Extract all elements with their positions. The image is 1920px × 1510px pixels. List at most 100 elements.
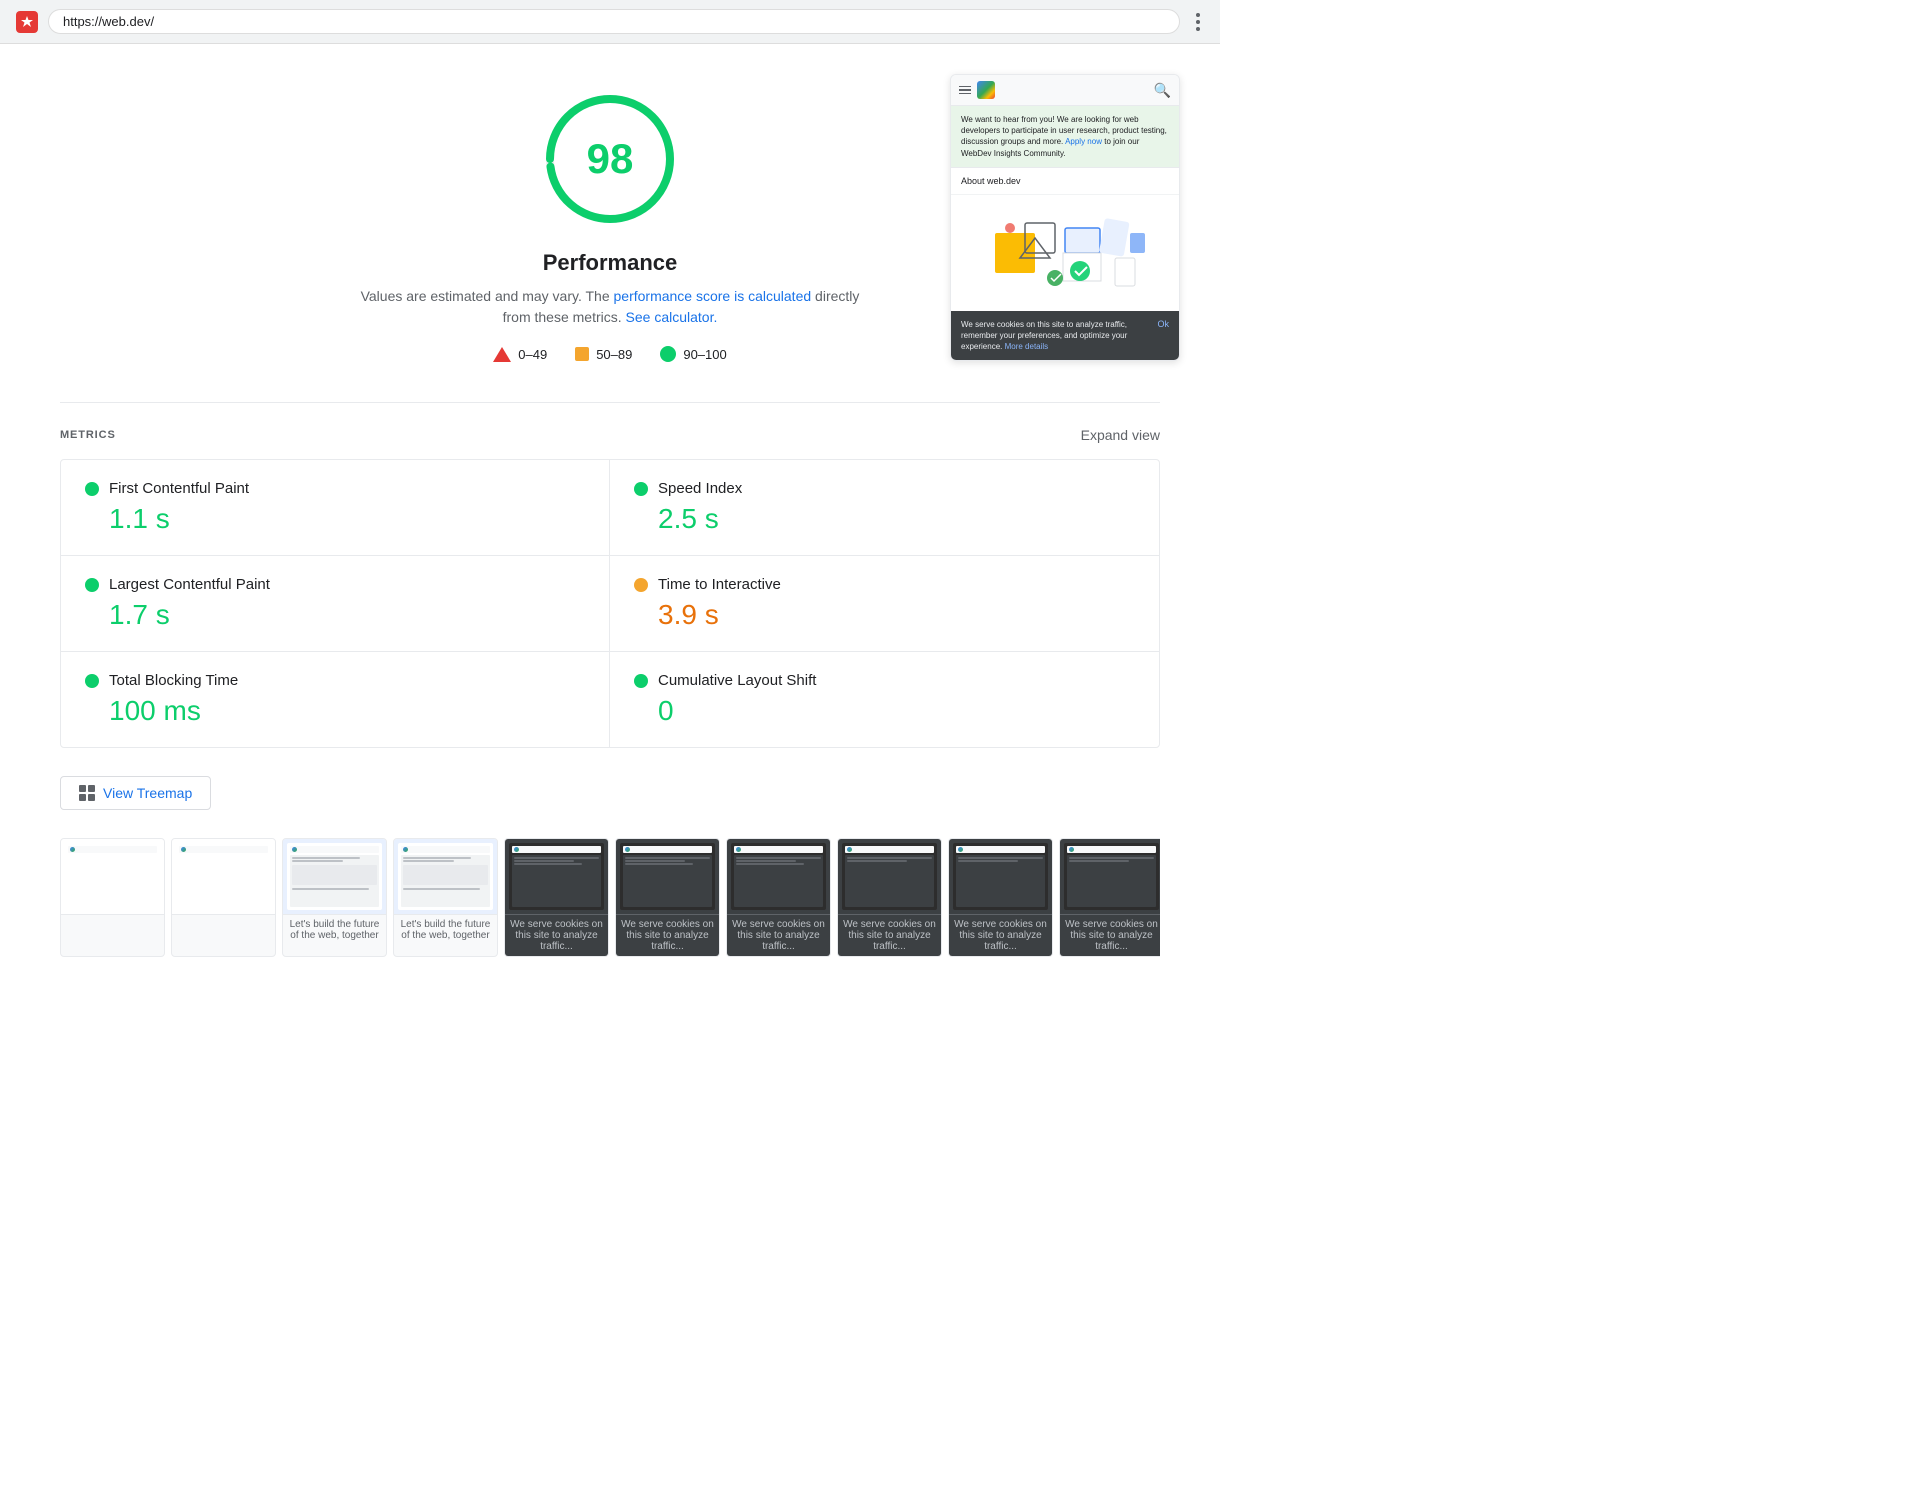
screenshot-banner: We want to hear from you! We are looking… <box>951 106 1179 168</box>
metric-tti-header: Time to Interactive <box>634 576 1135 593</box>
filmstrip-screenshot-2 <box>172 839 275 914</box>
metric-cls-status-dot <box>634 674 648 688</box>
filmstrip-label-4: Let's build the future of the web, toget… <box>394 914 497 945</box>
metric-fcp-header: First Contentful Paint <box>85 480 585 497</box>
browser-url-bar[interactable]: https://web.dev/ <box>48 9 1180 34</box>
metric-tti-value: 3.9 s <box>634 599 1135 631</box>
metric-tbt-header: Total Blocking Time <box>85 672 585 689</box>
filmstrip-label-10: We serve cookies on this site to analyze… <box>1060 914 1160 956</box>
score-description: Values are estimated and may vary. The p… <box>360 286 860 328</box>
filmstrip-frame-9: We serve cookies on this site to analyze… <box>948 838 1053 957</box>
screenshot-apply-link[interactable]: Apply now <box>1065 137 1102 146</box>
filmstrip-label-3: Let's build the future of the web, toget… <box>283 914 386 945</box>
metric-tti-status-dot <box>634 578 648 592</box>
screenshot-content: We want to hear from you! We are looking… <box>951 106 1179 360</box>
metric-si-name: Speed Index <box>658 480 742 497</box>
metric-fcp-name: First Contentful Paint <box>109 480 249 497</box>
average-icon <box>575 347 589 361</box>
metric-tbt-value: 100 ms <box>85 695 585 727</box>
filmstrip-screenshot-10 <box>1060 839 1160 914</box>
metric-si-value: 2.5 s <box>634 503 1135 535</box>
metric-si-status-dot <box>634 482 648 496</box>
metric-cumulative-layout-shift: Cumulative Layout Shift 0 <box>610 652 1159 747</box>
metric-tbt-name: Total Blocking Time <box>109 672 238 689</box>
metrics-grid: First Contentful Paint 1.1 s Speed Index… <box>60 459 1160 748</box>
browser-favicon <box>16 11 38 33</box>
screenshot-panel: 🔍 We want to hear from you! We are looki… <box>950 74 1180 361</box>
screenshot-logo <box>977 81 995 99</box>
score-legend: 0–49 50–89 90–100 <box>493 346 726 362</box>
screenshot-search-icon: 🔍 <box>1154 82 1171 99</box>
legend-pass: 90–100 <box>660 346 726 362</box>
filmstrip-label-6: We serve cookies on this site to analyze… <box>616 914 719 956</box>
score-title: Performance <box>543 250 678 276</box>
screenshot-illustration <box>951 195 1179 311</box>
screenshot-hamburger-icon <box>959 86 971 95</box>
filmstrip-screenshot-3 <box>283 839 386 914</box>
metric-tti-name: Time to Interactive <box>658 576 781 593</box>
filmstrip-frame-10: We serve cookies on this site to analyze… <box>1059 838 1160 957</box>
filmstrip-screenshot-7 <box>727 839 830 914</box>
metric-fcp-value: 1.1 s <box>85 503 585 535</box>
metric-time-to-interactive: Time to Interactive 3.9 s <box>610 556 1159 652</box>
filmstrip-label-9: We serve cookies on this site to analyze… <box>949 914 1052 956</box>
metric-lcp-name: Largest Contentful Paint <box>109 576 270 593</box>
filmstrip-screenshot-5 <box>505 839 608 914</box>
screenshot-cookie-link[interactable]: More details <box>1005 342 1049 351</box>
metric-first-contentful-paint: First Contentful Paint 1.1 s <box>61 460 610 556</box>
filmstrip-label-2 <box>172 914 275 923</box>
metric-cls-value: 0 <box>634 695 1135 727</box>
browser-menu-button[interactable] <box>1192 9 1204 35</box>
metrics-section: METRICS Expand view First Contentful Pai… <box>60 427 1160 748</box>
filmstrip-frame-8: We serve cookies on this site to analyze… <box>837 838 942 957</box>
filmstrip-frame-7: We serve cookies on this site to analyze… <box>726 838 831 957</box>
section-divider <box>60 402 1160 403</box>
screenshot-browser-bar: 🔍 <box>951 75 1179 106</box>
filmstrip-frame-4: Let's build the future of the web, toget… <box>393 838 498 957</box>
score-circle: 98 <box>535 84 685 234</box>
metric-cls-name: Cumulative Layout Shift <box>658 672 816 689</box>
metric-si-header: Speed Index <box>634 480 1135 497</box>
metric-tbt-status-dot <box>85 674 99 688</box>
fail-icon <box>493 347 511 362</box>
filmstrip-screenshot-1 <box>61 839 164 914</box>
filmstrip-frame-5: We serve cookies on this site to analyze… <box>504 838 609 957</box>
treemap-icon <box>79 785 95 801</box>
metric-largest-contentful-paint: Largest Contentful Paint 1.7 s <box>61 556 610 652</box>
filmstrip-frame-6: We serve cookies on this site to analyze… <box>615 838 720 957</box>
treemap-section: View Treemap <box>60 776 1160 810</box>
metric-fcp-status-dot <box>85 482 99 496</box>
legend-average: 50–89 <box>575 347 632 362</box>
metric-lcp-value: 1.7 s <box>85 599 585 631</box>
screenshot-about: About web.dev <box>951 168 1179 195</box>
filmstrip-screenshot-8 <box>838 839 941 914</box>
browser-chrome: https://web.dev/ <box>0 0 1220 44</box>
metric-lcp-status-dot <box>85 578 99 592</box>
filmstrip-label-5: We serve cookies on this site to analyze… <box>505 914 608 956</box>
filmstrip-label-8: We serve cookies on this site to analyze… <box>838 914 941 956</box>
metric-lcp-header: Largest Contentful Paint <box>85 576 585 593</box>
filmstrip-screenshot-9 <box>949 839 1052 914</box>
screenshot-cookie-ok-button[interactable]: Ok <box>1157 319 1169 329</box>
metric-cls-header: Cumulative Layout Shift <box>634 672 1135 689</box>
performance-score-link[interactable]: performance score is calculated <box>614 288 812 304</box>
metrics-label: METRICS <box>60 429 116 441</box>
expand-view-button[interactable]: Expand view <box>1081 427 1160 443</box>
metric-speed-index: Speed Index 2.5 s <box>610 460 1159 556</box>
main-content: 🔍 We want to hear from you! We are looki… <box>0 44 1220 1007</box>
screenshot-cookie-banner: Ok We serve cookies on this site to anal… <box>951 311 1179 361</box>
filmstrip-label-7: We serve cookies on this site to analyze… <box>727 914 830 956</box>
filmstrip-section: Let's build the future of the web, toget… <box>60 838 1160 967</box>
filmstrip-frame-3: Let's build the future of the web, toget… <box>282 838 387 957</box>
calculator-link[interactable]: See calculator. <box>626 309 718 325</box>
legend-fail: 0–49 <box>493 347 547 362</box>
metrics-header: METRICS Expand view <box>60 427 1160 443</box>
treemap-button-label: View Treemap <box>103 785 192 801</box>
score-number: 98 <box>587 135 634 183</box>
view-treemap-button[interactable]: View Treemap <box>60 776 211 810</box>
filmstrip-screenshot-4 <box>394 839 497 914</box>
filmstrip-frame-1 <box>60 838 165 957</box>
filmstrip-label-1 <box>61 914 164 923</box>
metric-total-blocking-time: Total Blocking Time 100 ms <box>61 652 610 747</box>
pass-icon <box>660 346 676 362</box>
